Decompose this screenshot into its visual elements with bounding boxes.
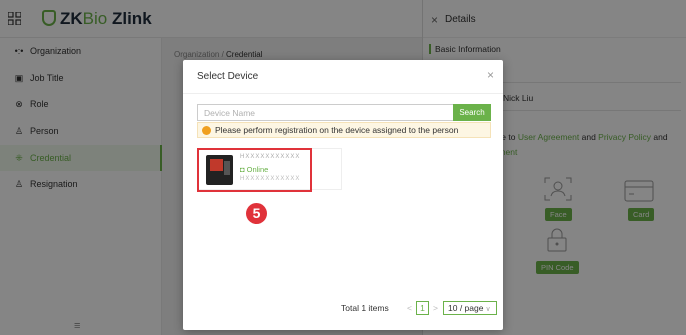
divider bbox=[183, 93, 503, 94]
notice-text: Please perform registration on the devic… bbox=[215, 125, 459, 135]
page-number[interactable]: 1 bbox=[416, 301, 429, 315]
device-serial-secondary: HXXXXXXXXXXX bbox=[240, 176, 301, 182]
search-button[interactable]: Search bbox=[453, 104, 491, 121]
online-icon: ◘ bbox=[240, 165, 247, 174]
select-device-dialog: Select Device × Search Please perform re… bbox=[183, 60, 503, 330]
device-card[interactable]: HXXXXXXXXXXX ◘ Online HXXXXXXXXXXX bbox=[197, 148, 342, 192]
prev-page-icon[interactable]: < bbox=[407, 303, 412, 313]
notice-banner: Please perform registration on the devic… bbox=[197, 122, 491, 138]
total-items: Total 1 items bbox=[341, 303, 389, 313]
device-serial: HXXXXXXXXXXX bbox=[240, 154, 301, 160]
next-page-icon[interactable]: > bbox=[433, 303, 438, 313]
step-marker: 5 bbox=[246, 203, 267, 224]
device-name-input[interactable] bbox=[197, 104, 453, 121]
search-bar: Search bbox=[197, 104, 491, 121]
device-status: ◘ Online bbox=[240, 165, 269, 174]
chevron-down-icon: ∨ bbox=[485, 306, 491, 313]
dialog-title: Select Device bbox=[197, 71, 259, 82]
page-size-select[interactable]: 10 / page ∨ bbox=[443, 301, 497, 315]
device-image bbox=[206, 155, 233, 185]
warning-icon bbox=[202, 126, 211, 135]
close-icon[interactable]: × bbox=[487, 68, 494, 82]
